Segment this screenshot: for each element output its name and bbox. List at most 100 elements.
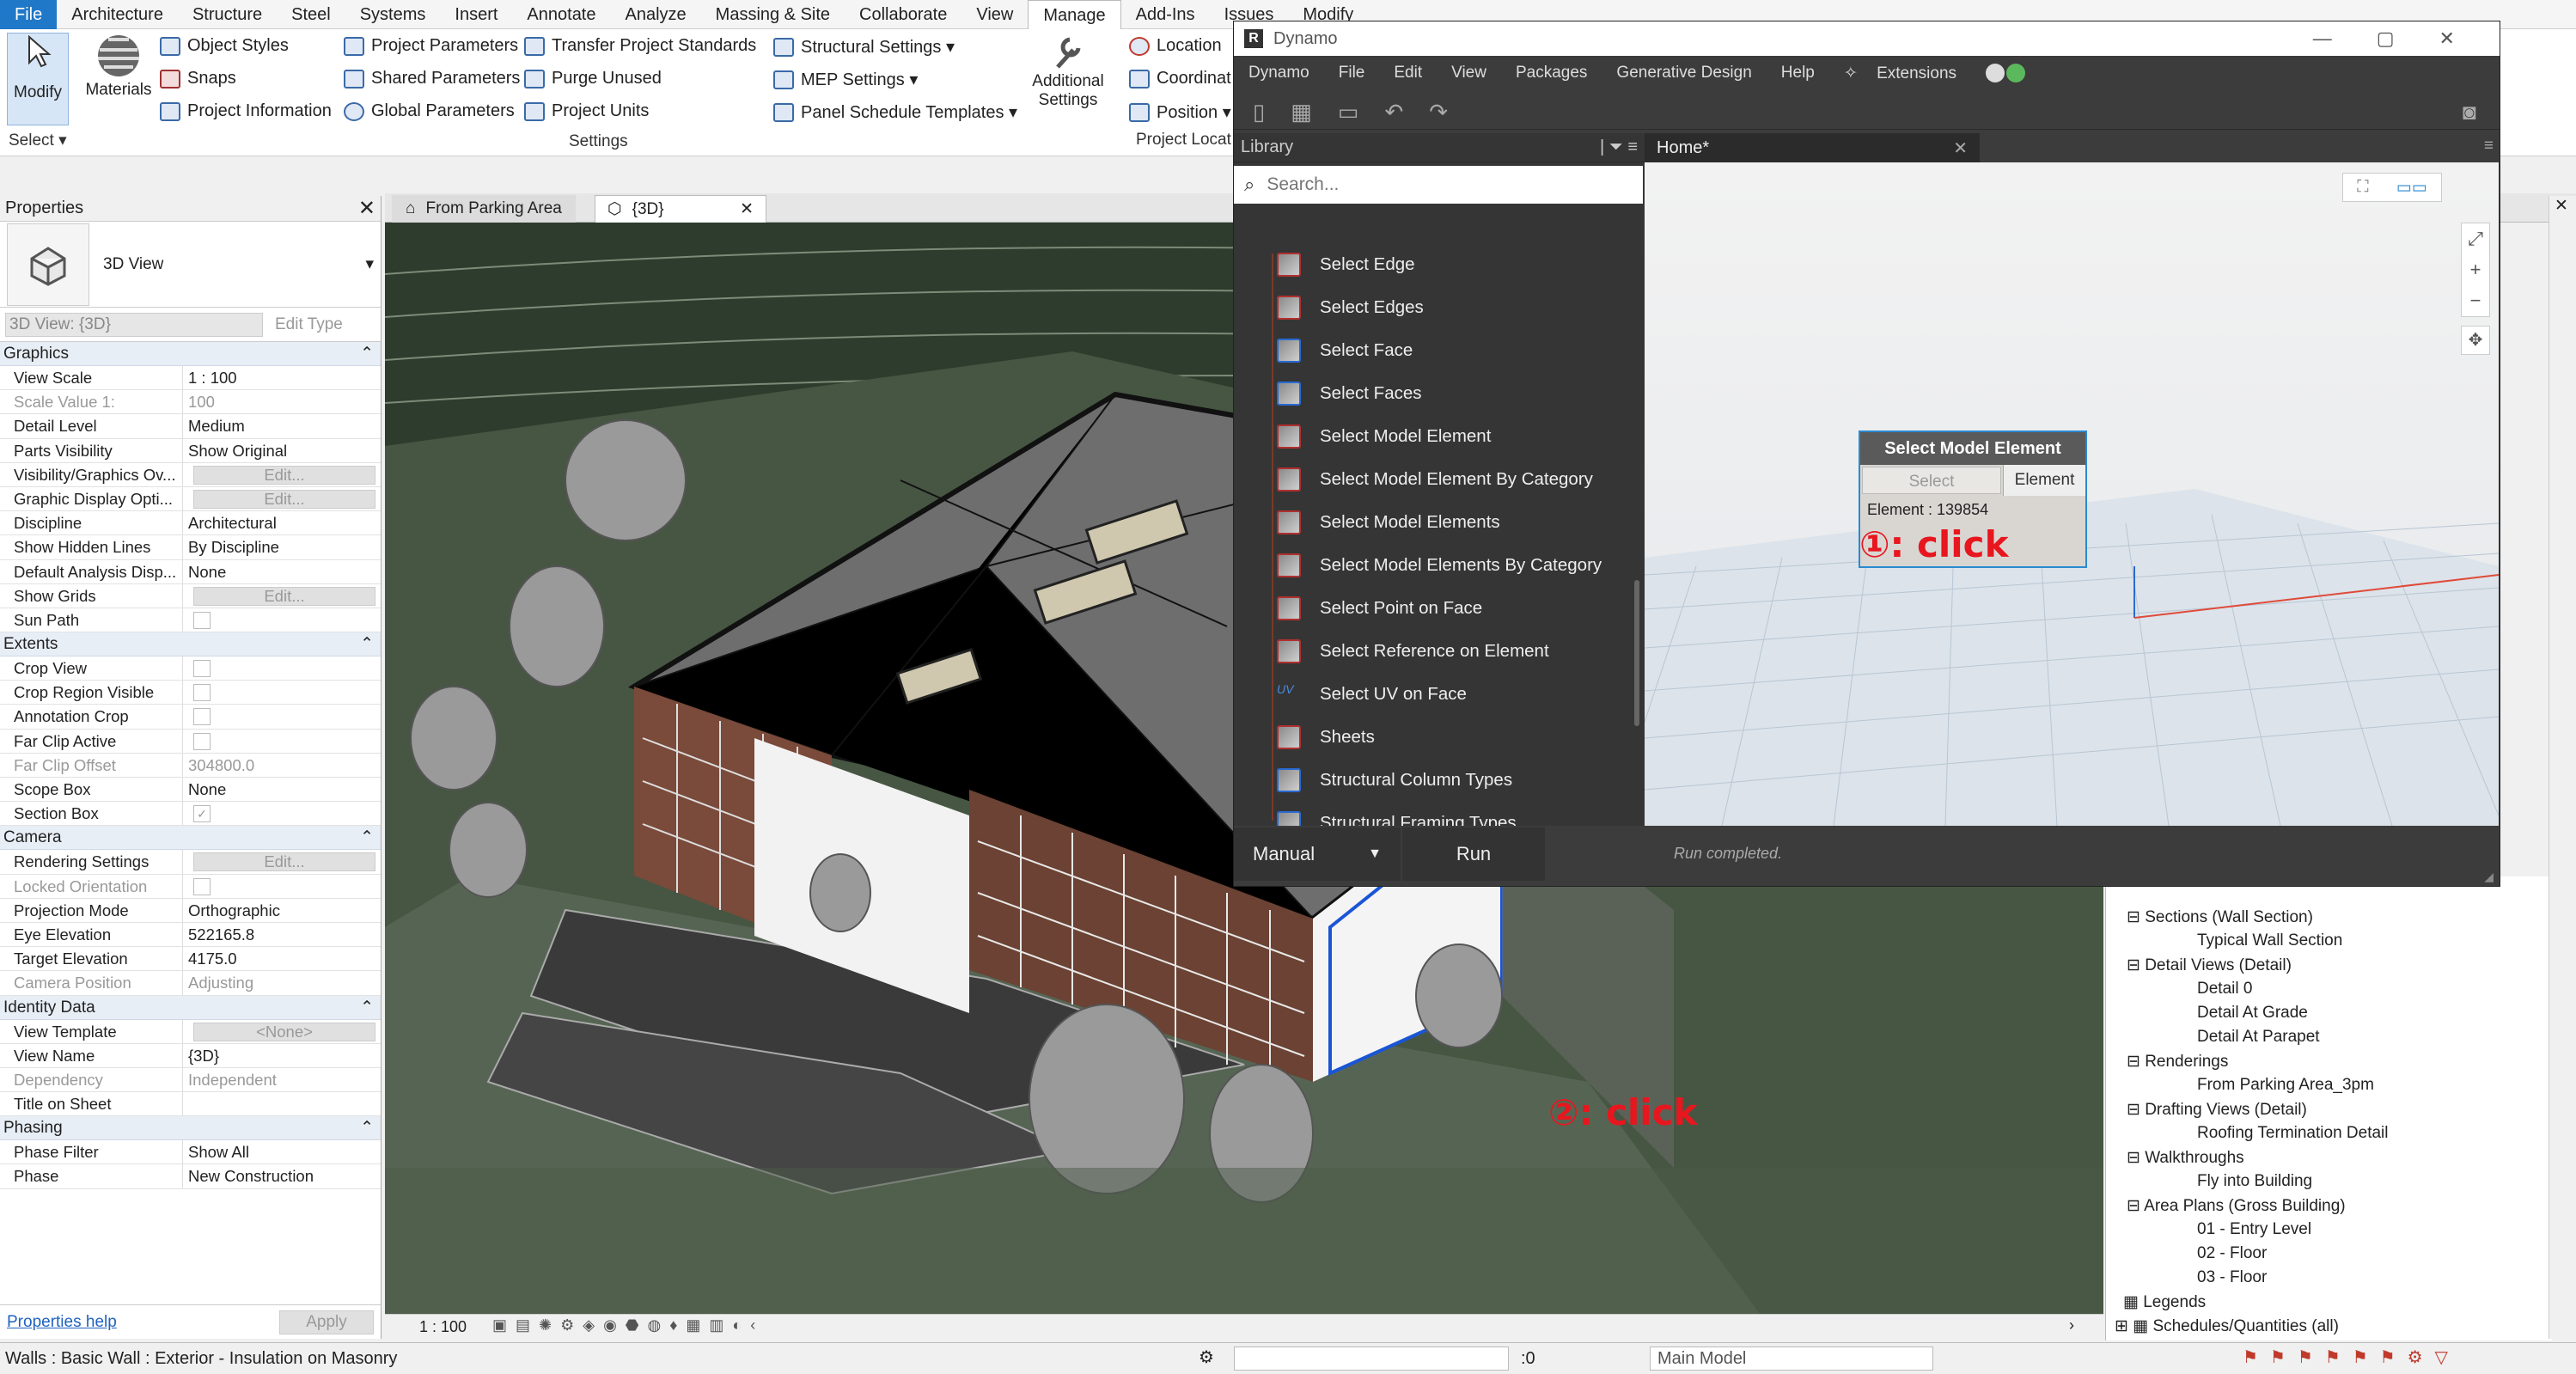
browser-item[interactable]: Fly into Building xyxy=(2197,1172,2312,1191)
prop-value[interactable]: {3D} xyxy=(182,1043,381,1067)
browser-item[interactable]: Detail At Grade xyxy=(2197,1004,2308,1023)
tab-annotate[interactable]: Annotate xyxy=(512,0,610,29)
tab-file[interactable]: File xyxy=(0,0,58,29)
section-graphics[interactable]: Graphics ⌃ xyxy=(0,342,381,366)
tab-steel[interactable]: Steel xyxy=(277,0,345,29)
library-item-select-model-element-by-category[interactable]: Select Model Element By Category xyxy=(1277,458,1593,501)
tab-collaborate[interactable]: Collaborate xyxy=(845,0,961,29)
apply-button[interactable]: Apply xyxy=(279,1310,374,1334)
library-item-select-model-element[interactable]: Select Model Element xyxy=(1277,415,1491,458)
browser-item[interactable]: Detail 0 xyxy=(2197,980,2252,998)
browser-item[interactable]: 02 - Floor xyxy=(2197,1244,2267,1263)
close-icon[interactable]: ✕ xyxy=(358,196,375,221)
view-template-button[interactable]: <None> xyxy=(193,1022,375,1041)
node-output-port[interactable]: Element xyxy=(2003,465,2085,496)
prop-value[interactable]: 4175.0 xyxy=(182,947,381,971)
library-item-select-edges[interactable]: Select Edges xyxy=(1277,286,1424,329)
prop-value[interactable]: 1 : 100 xyxy=(182,366,381,390)
crop-view-checkbox[interactable] xyxy=(193,660,211,678)
menu-packages[interactable]: Packages xyxy=(1501,64,1602,82)
prop-value[interactable]: Medium xyxy=(182,414,381,438)
prop-value[interactable] xyxy=(182,1092,381,1116)
menu-extensions[interactable]: ✧ Extensions xyxy=(1829,64,1986,83)
library-item-select-uv-on-face[interactable]: UV Select UV on Face xyxy=(1277,673,1467,716)
tab-analyze[interactable]: Analyze xyxy=(611,0,701,29)
workset-dropdown[interactable] xyxy=(1234,1347,1509,1371)
library-item-sheets[interactable]: Sheets xyxy=(1277,716,1375,759)
geometry-view-icon[interactable]: ⛶ xyxy=(2357,178,2368,197)
tab-architecture[interactable]: Architecture xyxy=(57,0,178,29)
browser-item[interactable]: ⊟ Sections (Wall Section) xyxy=(2127,907,2313,927)
project-parameters-button[interactable]: Project Parameters xyxy=(344,36,518,56)
instance-selector[interactable]: 3D View: {3D} xyxy=(5,312,263,337)
edit-button[interactable]: Edit... xyxy=(193,586,375,606)
browser-item[interactable]: ⊟ Drafting Views (Detail) xyxy=(2127,1100,2307,1120)
library-scrollbar[interactable] xyxy=(1634,580,1639,726)
section-camera[interactable]: Camera ⌃ xyxy=(0,826,381,851)
section-identity-data[interactable]: Identity Data ⌃ xyxy=(0,995,381,1020)
zoom-in-icon[interactable]: + xyxy=(2470,259,2481,281)
structural-settings-button[interactable]: Structural Settings ▾ xyxy=(773,36,955,58)
annotation-crop-checkbox[interactable] xyxy=(193,708,211,726)
view-mode-toggle[interactable]: ⛶ ▭▭ xyxy=(2342,173,2442,202)
menu-edit[interactable]: Edit xyxy=(1379,64,1437,82)
edit-button[interactable]: Edit... xyxy=(193,465,375,485)
prop-value[interactable]: None xyxy=(182,778,381,802)
browser-item[interactable]: From Parking Area_3pm xyxy=(2197,1076,2374,1095)
status-indicator-icon[interactable] xyxy=(1986,64,2026,82)
browser-item[interactable]: ⊞ ▦ Schedules/Quantities (all) xyxy=(2115,1316,2339,1336)
edit-type-button[interactable]: Edit Type xyxy=(275,315,343,334)
browser-item[interactable]: Detail At Parapet xyxy=(2197,1028,2320,1047)
browser-item[interactable]: ⊟ Walkthroughs xyxy=(2127,1148,2244,1168)
library-item-select-model-elements-by-category[interactable]: Select Model Elements By Category xyxy=(1277,544,1602,587)
library-item-select-face[interactable]: Select Face xyxy=(1277,329,1413,372)
close-icon[interactable]: ✕ xyxy=(1953,137,1968,159)
snaps-button[interactable]: Snaps xyxy=(160,69,236,89)
library-menu-icon[interactable]: | ⏷ ≡ xyxy=(1600,137,1638,157)
menu-file[interactable]: File xyxy=(1324,64,1380,82)
tab-manage[interactable]: Manage xyxy=(1028,0,1121,29)
browser-item[interactable]: Roofing Termination Detail xyxy=(2197,1124,2389,1143)
prop-value[interactable]: 522165.8 xyxy=(182,922,381,947)
sun-path-checkbox[interactable] xyxy=(193,611,211,629)
tab-menu-icon[interactable]: ≡ xyxy=(2484,137,2494,156)
panel-schedule-templates-button[interactable]: Panel Schedule Templates ▾ xyxy=(773,101,1017,123)
location-button[interactable]: Location xyxy=(1129,36,1222,56)
tab-home[interactable]: Home* ✕ xyxy=(1645,133,1980,162)
properties-help-link[interactable]: Properties help xyxy=(7,1313,117,1332)
selection-filter-icons[interactable]: ⚑⚑⚑⚑⚑⚑⚙▽ xyxy=(2243,1347,2460,1368)
purge-unused-button[interactable]: Purge Unused xyxy=(524,69,662,89)
section-extents[interactable]: Extents ⌃ xyxy=(0,632,381,657)
menu-generative-design[interactable]: Generative Design xyxy=(1602,64,1766,82)
browser-item[interactable]: ⊟ Detail Views (Detail) xyxy=(2127,956,2292,975)
edit-button[interactable]: Edit... xyxy=(193,489,375,509)
global-parameters-button[interactable]: Global Parameters xyxy=(344,101,515,121)
resize-grip-icon[interactable]: ◢ xyxy=(2484,870,2494,884)
close-icon[interactable]: ✕ xyxy=(740,199,754,219)
materials-button[interactable]: Materials xyxy=(82,33,155,100)
menu-dynamo[interactable]: Dynamo xyxy=(1234,64,1324,82)
run-button[interactable]: Run xyxy=(1402,827,1545,881)
select-dropdown[interactable]: Select ▾ xyxy=(9,131,67,150)
view-control-icons[interactable]: ▣▤✺⚙◈◉⬣◍♦▦▥◐‹ xyxy=(492,1316,764,1334)
menu-help[interactable]: Help xyxy=(1767,64,1829,82)
transfer-project-standards-button[interactable]: Transfer Project Standards xyxy=(524,36,756,56)
design-option-dropdown[interactable]: Main Model xyxy=(1650,1347,1933,1371)
library-item-select-edge[interactable]: Select Edge xyxy=(1277,243,1415,286)
browser-item[interactable]: ▦ Legends xyxy=(2123,1292,2206,1312)
browser-item[interactable]: 01 - Entry Level xyxy=(2197,1220,2311,1239)
scroll-right-icon[interactable]: › xyxy=(2069,1316,2074,1334)
prop-value[interactable]: Show All xyxy=(182,1140,381,1164)
far-clip-checkbox[interactable] xyxy=(193,732,211,750)
pan-icon[interactable]: ✥ xyxy=(2461,326,2490,355)
dynamo-canvas[interactable]: ⛶ ▭▭ ⤢ + − ✥ Select Model Element Select… xyxy=(1645,162,2499,826)
library-search-box[interactable]: ⌕ xyxy=(1234,166,1643,204)
tab-insert[interactable]: Insert xyxy=(440,0,512,29)
section-phasing[interactable]: Phasing ⌃ xyxy=(0,1116,381,1141)
library-item-structural-column-types[interactable]: Structural Column Types xyxy=(1277,759,1512,802)
library-search-input[interactable] xyxy=(1267,174,1611,195)
tab-systems[interactable]: Systems xyxy=(345,0,441,29)
tab-structure[interactable]: Structure xyxy=(178,0,277,29)
type-selector[interactable]: 3D View ▾ xyxy=(0,222,381,308)
library-item-select-reference-on-element[interactable]: Select Reference on Element xyxy=(1277,630,1549,673)
